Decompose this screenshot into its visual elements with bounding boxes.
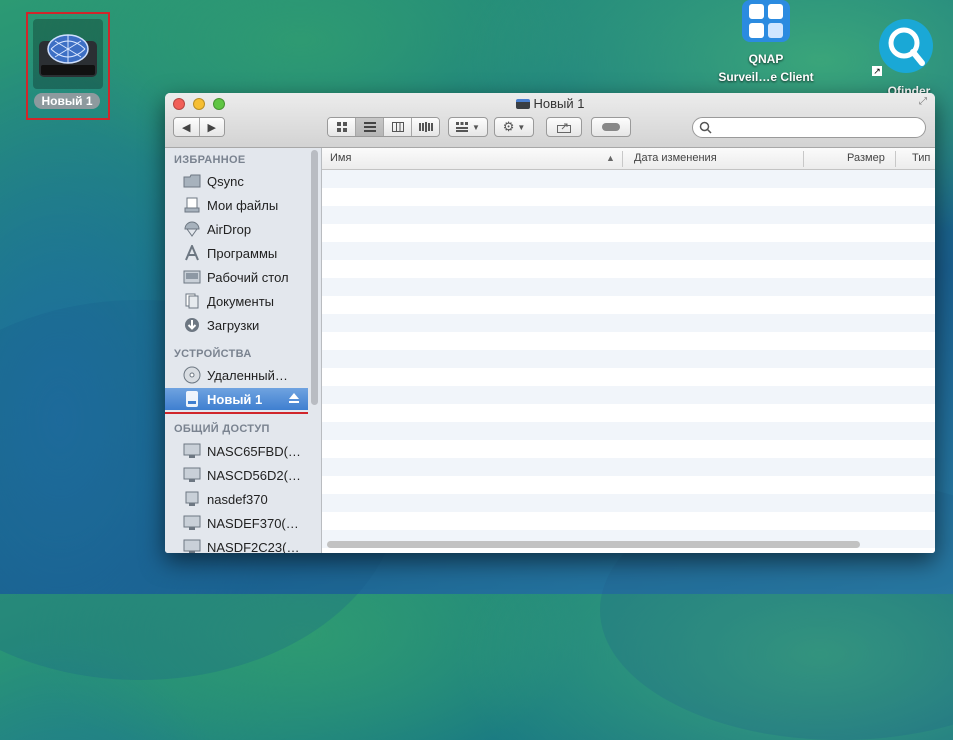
column-date-modified[interactable]: Дата изменения <box>634 152 717 164</box>
back-forward-control: ◀ ▶ <box>173 117 225 137</box>
qnap-surveillance-label-1: QNAP <box>748 52 784 66</box>
column-view-icon <box>391 122 404 132</box>
empty-row <box>322 386 935 404</box>
sidebar: ИЗБРАННОЕ Qsync Мои файлы AirDrop Програ… <box>165 148 322 553</box>
tag-icon <box>602 123 620 131</box>
list-view-icon <box>363 122 376 132</box>
network-computer-icon <box>183 538 201 553</box>
column-view-button[interactable] <box>384 118 412 136</box>
column-name[interactable]: Имя <box>330 152 351 164</box>
eject-icon[interactable] <box>288 392 300 407</box>
empty-row <box>322 278 935 296</box>
folder-icon <box>183 172 201 190</box>
coverflow-view-button[interactable] <box>412 118 439 136</box>
favorites-heading: ИЗБРАННОЕ <box>174 154 246 166</box>
search-icon <box>699 121 712 134</box>
annotation-underline <box>165 412 308 414</box>
file-list: Имя ▲ Дата изменения Размер Тип <box>322 148 935 553</box>
drive-icon <box>183 390 201 408</box>
icon-view-button[interactable] <box>328 118 356 136</box>
applications-icon <box>183 244 201 262</box>
sidebar-item-nasdef370-full[interactable]: NASDEF370(… <box>165 512 307 534</box>
sidebar-item-remote-disc[interactable]: Удаленный… <box>165 364 307 386</box>
back-button[interactable]: ◀ <box>174 118 200 136</box>
column-header: Имя ▲ Дата изменения Размер Тип <box>322 148 935 170</box>
sidebar-item-nascd56d2[interactable]: NASCD56D2(… <box>165 464 307 486</box>
empty-row <box>322 206 935 224</box>
selection-highlight-box <box>26 12 110 120</box>
sidebar-item-downloads[interactable]: Загрузки <box>165 314 307 336</box>
downloads-icon <box>183 316 201 334</box>
arrange-icon <box>456 122 469 132</box>
chevron-down-icon: ▼ <box>472 122 480 132</box>
tags-button[interactable] <box>591 117 631 137</box>
qnap-surveillance-label-2: Surveil…e Client <box>718 70 814 84</box>
search-input[interactable] <box>715 119 919 137</box>
empty-row <box>322 350 935 368</box>
sidebar-item-qsync[interactable]: Qsync <box>165 170 307 192</box>
empty-row <box>322 314 935 332</box>
documents-icon <box>183 292 201 310</box>
coverflow-view-icon <box>418 122 433 132</box>
sidebar-item-documents[interactable]: Документы <box>165 290 307 312</box>
search-field[interactable] <box>692 117 926 138</box>
qfinder-icon[interactable] <box>876 16 936 76</box>
sidebar-item-nasdf2c23[interactable]: NASDF2C23(… <box>165 536 307 553</box>
sidebar-item-desktop[interactable]: Рабочий стол <box>165 266 307 288</box>
network-computer-icon <box>183 490 201 508</box>
action-button[interactable]: ⚙ ▼ <box>494 117 534 137</box>
column-size[interactable]: Размер <box>847 152 885 164</box>
share-icon <box>557 123 571 133</box>
list-view-button[interactable] <box>356 118 384 136</box>
sidebar-item-nasdef370[interactable]: nasdef370 <box>165 488 307 510</box>
fullscreen-icon[interactable]: ⤢ <box>919 96 931 108</box>
finder-window: Новый 1 ⤢ ◀ ▶ ▼ ⚙ ▼ ИЗБРАННОЕ Qsync Мои … <box>165 93 935 553</box>
devices-heading: УСТРОЙСТВА <box>174 348 252 360</box>
view-mode-control <box>327 117 440 137</box>
empty-row <box>322 170 935 188</box>
share-button[interactable] <box>546 117 582 137</box>
network-computer-icon <box>183 442 201 460</box>
sidebar-item-applications[interactable]: Программы <box>165 242 307 264</box>
empty-row <box>322 458 935 476</box>
all-files-icon <box>183 196 201 214</box>
empty-row <box>322 242 935 260</box>
sidebar-scrollbar[interactable] <box>311 150 318 405</box>
window-title: Новый 1 <box>165 96 935 112</box>
empty-row <box>322 422 935 440</box>
sidebar-item-novyi-1[interactable]: Новый 1 <box>165 388 308 410</box>
sidebar-item-airdrop[interactable]: AirDrop <box>165 218 307 240</box>
sidebar-item-nasc65fbd[interactable]: NASC65FBD(… <box>165 440 307 462</box>
arrange-button[interactable]: ▼ <box>448 117 488 137</box>
column-kind[interactable]: Тип <box>912 152 930 164</box>
chevron-down-icon: ▼ <box>517 122 526 132</box>
sidebar-item-all-files[interactable]: Мои файлы <box>165 194 307 216</box>
window-title-text: Новый 1 <box>533 96 585 111</box>
sort-ascending-icon: ▲ <box>606 153 615 163</box>
qnap-surveillance-icon[interactable] <box>740 0 792 44</box>
network-computer-icon <box>183 466 201 484</box>
airdrop-icon <box>183 220 201 238</box>
horizontal-scrollbar[interactable] <box>327 541 860 548</box>
desktop-icon <box>183 268 201 286</box>
remote-disc-icon <box>183 366 201 384</box>
shared-heading: ОБЩИЙ ДОСТУП <box>174 423 270 435</box>
icon-view-icon <box>336 122 347 132</box>
drive-small-icon <box>515 98 530 109</box>
alias-arrow-icon: ↗ <box>872 66 882 76</box>
gear-icon: ⚙ <box>502 119 515 134</box>
empty-row <box>322 494 935 512</box>
network-computer-icon <box>183 514 201 532</box>
forward-button[interactable]: ▶ <box>199 118 224 136</box>
window-toolbar: Новый 1 ⤢ ◀ ▶ ▼ ⚙ ▼ <box>165 93 935 148</box>
